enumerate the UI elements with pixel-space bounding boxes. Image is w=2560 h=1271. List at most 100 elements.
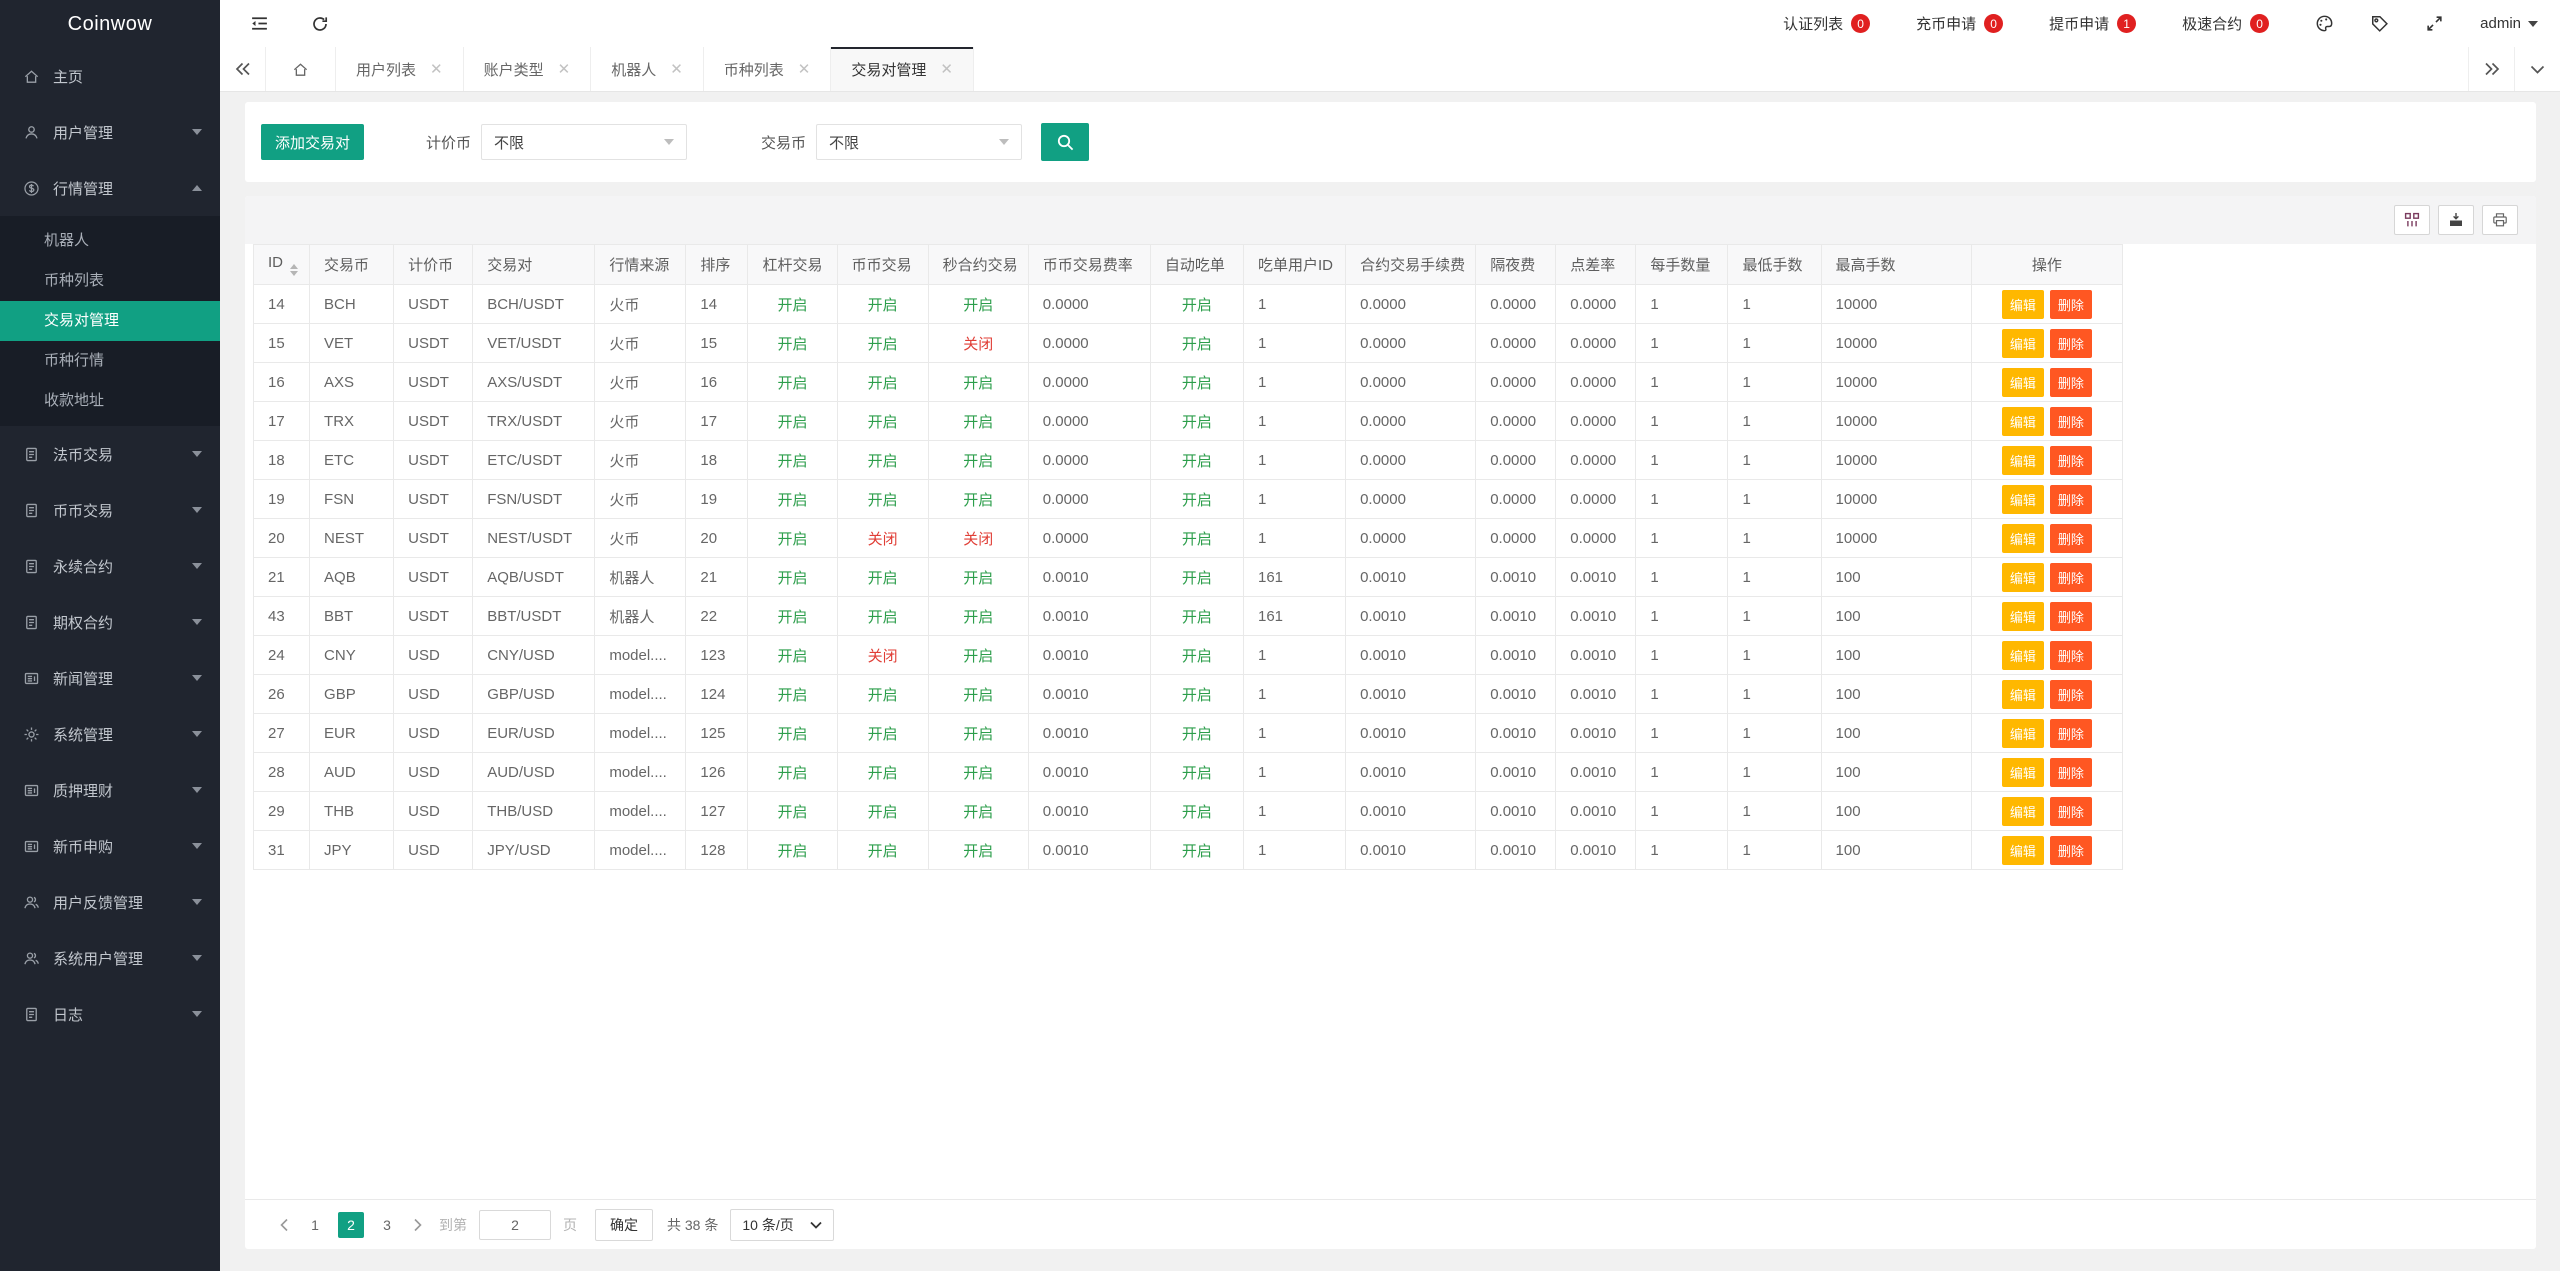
user-menu[interactable]: admin [2480,15,2538,32]
next-page-button[interactable] [405,1218,431,1232]
sidebar-subitem[interactable]: 交易对管理 [0,301,220,341]
edit-button[interactable]: 编辑 [2001,679,2044,709]
tabs-dropdown-icon[interactable] [2514,47,2560,91]
delete-button[interactable]: 删除 [2049,679,2092,709]
export-button[interactable] [2438,205,2474,235]
notification-badge[interactable]: 认证列表 0 [1783,13,1871,34]
edit-button[interactable]: 编辑 [2001,796,2044,826]
sidebar-item[interactable]: 用户管理 [0,104,220,160]
status-cell: 开启 [1149,323,1244,363]
tag-icon[interactable] [2370,14,2389,33]
quote-filter-select[interactable]: 不限 [481,124,688,160]
cell: ETC [309,440,395,480]
edit-button[interactable]: 编辑 [2001,835,2044,865]
delete-button[interactable]: 删除 [2049,484,2092,514]
column-header[interactable]: ID [252,244,311,285]
delete-button[interactable]: 删除 [2049,757,2092,787]
edit-button[interactable]: 编辑 [2001,562,2044,592]
tab[interactable]: 机器人 ✕ [591,47,704,91]
edit-button[interactable]: 编辑 [2001,523,2044,553]
notification-badge[interactable]: 极速合约 0 [2182,13,2270,34]
actions-cell: 编辑 删除 [1970,362,2124,402]
delete-button[interactable]: 删除 [2049,601,2092,631]
sidebar-item[interactable]: 主页 [0,48,220,104]
sidebar-subitem[interactable]: 机器人 [0,221,220,261]
tabs-scroll-left-icon[interactable] [220,47,266,91]
sidebar-item[interactable]: 新闻管理 [0,650,220,706]
add-pair-button[interactable]: 添加交易对 [261,124,365,160]
tab[interactable]: 用户列表 ✕ [336,47,464,91]
sidebar: Coinwow 主页 用户管理 行情管理 机器人 币种列表 交易对管理 币种行情 收款地址 法币… [0,0,220,1271]
sidebar-item[interactable]: 法币交易 [0,426,220,482]
fullscreen-icon[interactable] [2425,14,2444,33]
collapse-sidebar-icon[interactable] [250,14,269,33]
page-button[interactable]: 3 [374,1212,400,1238]
page-size-select[interactable]: 10 条/页 [730,1208,834,1241]
home-tab[interactable] [266,47,336,91]
delete-button[interactable]: 删除 [2049,445,2092,475]
delete-button[interactable]: 删除 [2049,562,2092,592]
close-icon[interactable]: ✕ [558,62,571,77]
cell: 100 [1820,635,1972,675]
search-button[interactable] [1041,123,1090,161]
sidebar-subitem[interactable]: 收款地址 [0,381,220,421]
sidebar-item[interactable]: 用户反馈管理 [0,874,220,930]
edit-button[interactable]: 编辑 [2001,640,2044,670]
edit-button[interactable]: 编辑 [2001,406,2044,436]
page-button[interactable]: 1 [302,1212,328,1238]
notification-badge[interactable]: 充币申请 0 [1916,13,2004,34]
jump-page-input[interactable] [479,1209,551,1240]
status-cell: 开启 [836,596,929,636]
cell: 31 [252,830,311,870]
close-icon[interactable]: ✕ [940,62,953,77]
sort-icon[interactable] [290,263,298,276]
tab[interactable]: 币种列表 ✕ [704,47,832,91]
delete-button[interactable]: 删除 [2049,718,2092,748]
prev-page-button[interactable] [271,1218,297,1232]
status-cell: 开启 [1149,479,1244,519]
confirm-page-button[interactable]: 确定 [595,1208,653,1241]
tab[interactable]: 账户类型 ✕ [464,47,592,91]
refresh-icon[interactable] [311,15,329,33]
sidebar-item[interactable]: 期权合约 [0,594,220,650]
edit-button[interactable]: 编辑 [2001,367,2044,397]
base-filter-select[interactable]: 不限 [816,124,1023,160]
sidebar-item[interactable]: 行情管理 [0,160,220,216]
delete-button[interactable]: 删除 [2049,796,2092,826]
notification-badge[interactable]: 提币申请 1 [2049,13,2137,34]
delete-button[interactable]: 删除 [2049,328,2092,358]
edit-button[interactable]: 编辑 [2001,484,2044,514]
edit-button[interactable]: 编辑 [2001,601,2044,631]
theme-palette-icon[interactable] [2315,14,2334,33]
print-button[interactable] [2482,205,2518,235]
sidebar-item[interactable]: 新币申购 [0,818,220,874]
sidebar-item[interactable]: 系统用户管理 [0,930,220,986]
sidebar-subitem[interactable]: 币种行情 [0,341,220,381]
sidebar-item[interactable]: 币币交易 [0,482,220,538]
edit-button[interactable]: 编辑 [2001,757,2044,787]
sidebar-item[interactable]: 日志 [0,986,220,1042]
sidebar-item[interactable]: 系统管理 [0,706,220,762]
close-icon[interactable]: ✕ [670,62,683,77]
sidebar-item[interactable]: 永续合约 [0,538,220,594]
news-icon [23,782,40,799]
delete-button[interactable]: 删除 [2049,640,2092,670]
edit-button[interactable]: 编辑 [2001,289,2044,319]
close-icon[interactable]: ✕ [430,62,443,77]
close-icon[interactable]: ✕ [798,62,811,77]
delete-button[interactable]: 删除 [2049,406,2092,436]
edit-button[interactable]: 编辑 [2001,328,2044,358]
tabs-scroll-right-icon[interactable] [2468,47,2514,91]
actions-cell: 编辑 删除 [1970,713,2124,753]
filter-columns-button[interactable] [2394,205,2430,235]
edit-button[interactable]: 编辑 [2001,445,2044,475]
delete-button[interactable]: 删除 [2049,289,2092,319]
edit-button[interactable]: 编辑 [2001,718,2044,748]
sidebar-item[interactable]: 质押理财 [0,762,220,818]
delete-button[interactable]: 删除 [2049,367,2092,397]
page-button-active[interactable]: 2 [338,1211,364,1238]
delete-button[interactable]: 删除 [2049,523,2092,553]
delete-button[interactable]: 删除 [2049,835,2092,865]
tab-active[interactable]: 交易对管理 ✕ [831,47,974,91]
sidebar-subitem[interactable]: 币种列表 [0,261,220,301]
